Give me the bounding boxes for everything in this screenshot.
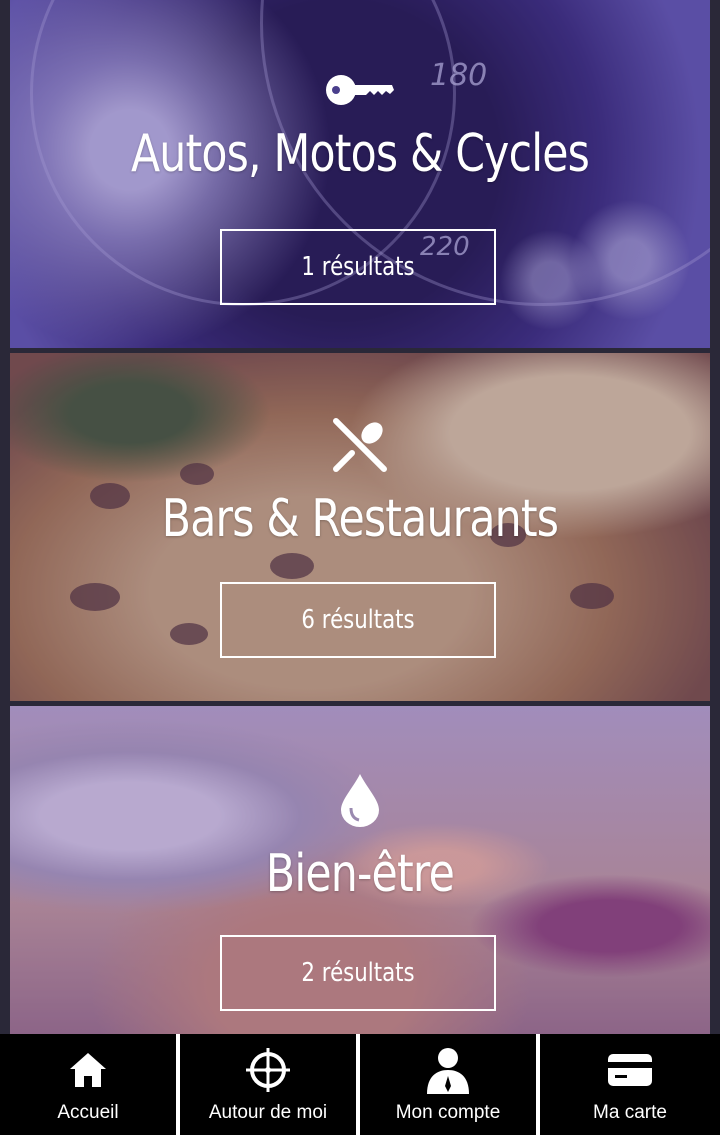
crosshair-icon bbox=[245, 1048, 291, 1092]
drop-icon bbox=[339, 772, 381, 833]
category-title: Bien-être bbox=[265, 844, 455, 904]
category-title: Autos, Motos & Cycles bbox=[130, 124, 590, 184]
category-card-bien-etre[interactable]: Bien-être 2 résultats bbox=[10, 706, 710, 1034]
tab-accueil[interactable]: Accueil bbox=[0, 1034, 176, 1135]
category-feed: 180 220 Autos, Motos & Cycles 1 résultat… bbox=[0, 0, 720, 1034]
tab-label: Ma carte bbox=[593, 1102, 667, 1123]
home-icon bbox=[68, 1048, 108, 1092]
results-button[interactable]: 2 résultats bbox=[220, 935, 496, 1011]
tab-autour-de-moi[interactable]: Autour de moi bbox=[180, 1034, 356, 1135]
tab-label: Mon compte bbox=[395, 1102, 501, 1123]
category-card-bars-restaurants[interactable]: Bars & Restaurants 6 résultats bbox=[10, 353, 710, 701]
results-button[interactable]: 6 résultats bbox=[220, 582, 496, 658]
category-title: Bars & Restaurants bbox=[161, 489, 559, 549]
key-icon bbox=[324, 72, 396, 113]
tab-label: Accueil bbox=[57, 1102, 119, 1123]
bottom-tab-bar: Accueil Autour de moi Mon compte Ma cart… bbox=[0, 1034, 720, 1135]
category-card-autos[interactable]: 180 220 Autos, Motos & Cycles 1 résultat… bbox=[10, 0, 710, 348]
tab-ma-carte[interactable]: Ma carte bbox=[540, 1034, 720, 1135]
card-icon bbox=[607, 1048, 653, 1092]
results-label: 2 résultats bbox=[301, 958, 415, 988]
tab-label: Autour de moi bbox=[208, 1102, 328, 1123]
results-label: 6 résultats bbox=[301, 605, 415, 635]
results-button[interactable]: 1 résultats bbox=[220, 229, 496, 305]
user-icon bbox=[425, 1048, 471, 1094]
tab-mon-compte[interactable]: Mon compte bbox=[360, 1034, 536, 1135]
results-label: 1 résultats bbox=[301, 252, 415, 282]
fork-spoon-icon bbox=[330, 417, 390, 478]
